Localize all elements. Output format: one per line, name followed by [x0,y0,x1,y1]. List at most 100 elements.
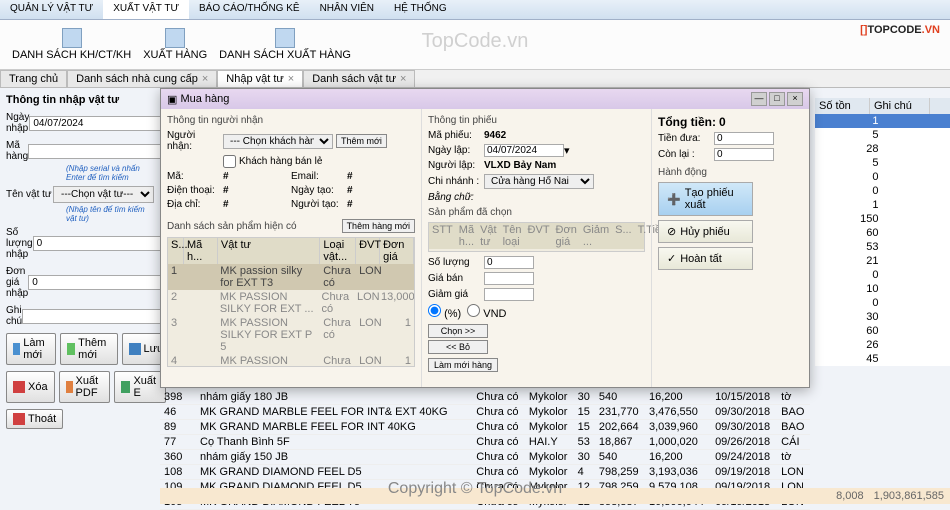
menu-baocao[interactable]: BÁO CÁO/THỐNG KÊ [189,0,310,19]
themhangmoi-button[interactable]: Thêm hàng mới [342,219,415,233]
excel-icon [121,381,130,393]
bo-button[interactable]: << Bỏ [428,340,488,354]
tab-nhacungcap[interactable]: Danh sách nhà cung cấp× [67,70,217,87]
ribbon-danhsach-xuat[interactable]: DANH SÁCH XUẤT HÀNG [213,26,357,63]
table-row[interactable]: 108MK GRAND DIAMOND FEEL D5Chưa cóMykolo… [160,465,810,480]
table-row[interactable]: 28 [815,142,950,156]
table-row[interactable]: 60 [815,324,950,338]
table-row[interactable]: 1 [815,198,950,212]
left-title: Thông tin nhập vật tư [6,94,154,106]
tenvt-select[interactable]: ---Chọn vật tư--- [53,186,154,203]
list-item[interactable]: 4MK PASSION SILKY FOR EXT P 5Chưa cóLON1 [168,354,414,367]
tab-danhsachvattu[interactable]: Danh sách vật tư× [303,70,415,87]
table-row[interactable]: 1 [815,114,950,128]
table-row[interactable]: 0 [815,296,950,310]
menu-hethong[interactable]: HỆ THỐNG [384,0,457,19]
tiendua-input[interactable] [714,132,774,145]
muahang-dialog: ▣ Mua hàng — □ × Thông tin người nhận Ng… [160,88,810,388]
ribbon: DANH SÁCH KH/CT/KH XUẤT HÀNG DANH SÁCH X… [0,20,950,70]
table-row[interactable]: 0 [815,184,950,198]
nguoinhan-select[interactable]: --- Chọn khách hàng --- [223,134,333,149]
dongia-input[interactable] [28,275,168,290]
thoat-button[interactable]: Thoát [6,409,63,429]
selected-grid[interactable]: STTMã h... Vật tưTên loại ĐVTĐơn giá Giả… [428,222,645,252]
maximize-button[interactable]: □ [769,92,785,106]
table-row[interactable]: 360nhám giấy 150 JBChưa cóMykolor3054016… [160,450,810,465]
tab-nhapvattu[interactable]: Nhập vật tư× [217,70,303,87]
app-icon: ▣ [167,93,177,106]
minimize-button[interactable]: — [751,92,767,106]
conlai-input[interactable] [714,148,774,161]
themmoi-kh-button[interactable]: Thêm mới [336,134,387,148]
ngaylap-input[interactable] [484,144,564,157]
xoa-button[interactable]: Xóa [6,371,55,403]
ribbon-xuathang[interactable]: XUẤT HÀNG [137,26,213,63]
close-icon[interactable]: × [202,73,208,85]
menu-quanly[interactable]: QUẢN LÝ VẬT TƯ [0,0,103,19]
tenvt-hint: (Nhập tên để tìm kiếm vật tư) [66,205,154,223]
table-row[interactable]: 30 [815,310,950,324]
table-row[interactable]: 60 [815,226,950,240]
table-row[interactable]: 26 [815,338,950,352]
chon-button[interactable]: Chọn >> [428,324,488,338]
menubar: QUẢN LÝ VẬT TƯ XUẤT VẬT TƯ BÁO CÁO/THỐNG… [0,0,950,20]
table-row[interactable]: 10 [815,282,950,296]
lammoi-button[interactable]: Làm mới [6,333,56,365]
mahang-input[interactable] [28,144,168,159]
ngaynhap-input[interactable] [29,116,169,131]
table-row[interactable]: 21 [815,254,950,268]
mahang-hint: (Nhập serial và nhấn Enter để tìm kiếm [66,164,154,182]
vnd-radio[interactable] [467,304,480,317]
banle-checkbox[interactable] [223,155,236,168]
menu-nhanvien[interactable]: NHÂN VIÊN [310,0,384,19]
table-row[interactable]: 77Cọ Thanh Bình 5FChưa cóHAI.Y5318,8671,… [160,435,810,450]
calendar-icon[interactable]: ▾ [564,144,570,157]
giamgia-input[interactable] [484,288,534,301]
left-panel: Thông tin nhập vật tư Ngày nhập Mã hàng … [0,88,160,486]
soluong-input[interactable] [33,236,173,251]
huyphieu-button[interactable]: ⊘Hủy phiếu [658,220,753,243]
close-button[interactable]: × [787,92,803,106]
pct-radio[interactable] [428,304,441,317]
tongtien-value: 0 [719,115,726,129]
table-row[interactable]: 5 [815,128,950,142]
list-item[interactable]: 1MK passion silky for EXT T3Chưa cóLON [168,264,414,290]
table-row[interactable]: 398nhám giấy 180 JBChưa cóMykolor3054016… [160,390,810,405]
table-row[interactable]: 0 [815,170,950,184]
chinhanh-select[interactable]: Cửa hàng Hố Nai [484,174,594,189]
close-icon[interactable]: × [400,73,406,85]
xuate-button[interactable]: Xuất E [114,371,166,403]
list-item[interactable]: 2MK PASSION SILKY FOR EXT ...Chưa cóLON1… [168,290,414,316]
ghichu-input[interactable] [22,309,162,324]
lammoihang-button[interactable]: Làm mới hàng [428,358,498,372]
table-row[interactable]: 89MK GRAND MARBLE FEEL FOR INT 40KGChưa … [160,420,810,435]
dialog-titlebar[interactable]: ▣ Mua hàng — □ × [161,89,809,109]
grid-icon [275,28,295,48]
soluong-modal-input[interactable] [484,256,534,269]
table-row[interactable]: 46MK GRAND MARBLE FEEL FOR INT& EXT 40KG… [160,405,810,420]
table-row[interactable]: 150 [815,212,950,226]
xuatpdf-button[interactable]: Xuất PDF [59,371,111,403]
refresh-icon [13,343,20,355]
tab-trangchu[interactable]: Trang chủ [0,70,67,87]
close-icon[interactable]: × [288,73,294,85]
themmoi-button[interactable]: Thêm mới [60,333,117,365]
grid-footer: 8,008 1,903,861,585 [160,488,950,504]
export-icon [165,28,185,48]
list-item[interactable]: 3MK PASSION SILKY FOR EXT P 5Chưa cóLON1 [168,316,414,354]
table-row[interactable]: 53 [815,240,950,254]
logo: []TOPCODE.VN [860,20,940,36]
giaban-input[interactable] [484,272,534,285]
hoantat-button[interactable]: ✓Hoàn tất [658,247,753,270]
table-row[interactable]: 5 [815,156,950,170]
product-grid[interactable]: S... Mã h... Vật tư Loại vật... ĐVT Đơn … [167,237,415,367]
ribbon-danhsach-kh[interactable]: DANH SÁCH KH/CT/KH [6,26,137,63]
menu-xuat[interactable]: XUẤT VẬT TƯ [103,0,189,19]
stock-grid: Số tồnGhi chú 15285001150605321010030602… [815,98,950,366]
taophieu-button[interactable]: ➕Tạo phiếu xuất [658,182,753,216]
table-row[interactable]: 45 [815,352,950,366]
delete-icon [13,381,25,393]
maphieu-value: 9462 [484,130,506,141]
table-row[interactable]: 0 [815,268,950,282]
plus-icon: ➕ [667,193,681,206]
